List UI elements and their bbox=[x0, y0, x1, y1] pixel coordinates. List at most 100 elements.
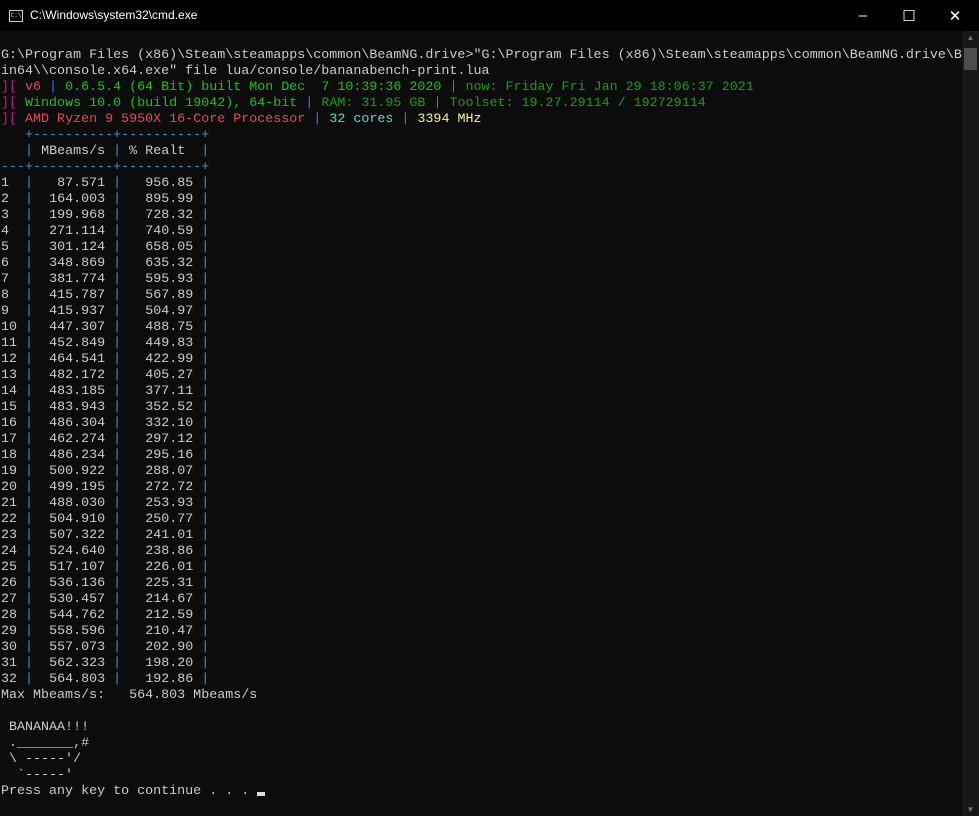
maximize-button[interactable]: ☐ bbox=[886, 0, 932, 31]
close-button[interactable]: ✕ bbox=[932, 0, 978, 31]
pipe: | bbox=[113, 368, 122, 383]
pipe: | bbox=[113, 640, 122, 655]
pipe: | bbox=[25, 448, 34, 463]
info-segment: 32 cores bbox=[329, 112, 394, 127]
table-row: 6 | 348.869 | 635.32 | bbox=[1, 256, 962, 272]
realtime-value: 288.07 bbox=[145, 464, 194, 479]
pipe: | bbox=[25, 208, 34, 223]
pipe: | bbox=[113, 464, 122, 479]
row-number: 18 bbox=[1, 448, 18, 463]
pipe: | bbox=[25, 672, 34, 687]
command-text: G:\Program Files (x86)\Steam\steamapps\c… bbox=[1, 48, 962, 63]
row-number: 6 bbox=[1, 256, 10, 271]
row-number: 32 bbox=[1, 672, 18, 687]
pipe: | bbox=[25, 256, 34, 271]
mbeams-value: 558.596 bbox=[49, 624, 106, 639]
row-number: 23 bbox=[1, 528, 18, 543]
pipe: | bbox=[113, 544, 122, 559]
row-number: 16 bbox=[1, 416, 18, 431]
minimize-button[interactable]: – bbox=[840, 0, 886, 31]
info-segment: Toolset: 19.27.29114 / 192729114 bbox=[449, 96, 706, 111]
table-row: 2 | 164.003 | 895.99 | bbox=[1, 192, 962, 208]
table-row: 30 | 557.073 | 202.90 | bbox=[1, 640, 962, 656]
row-number: 28 bbox=[1, 608, 18, 623]
pipe: | bbox=[113, 320, 122, 335]
pipe: | bbox=[113, 448, 122, 463]
table-row: 24 | 524.640 | 238.86 | bbox=[1, 544, 962, 560]
realtime-value: 198.20 bbox=[145, 656, 194, 671]
pipe: | bbox=[201, 448, 210, 463]
row-number: 7 bbox=[1, 272, 10, 287]
prompt-line: Press any key to continue . . . bbox=[1, 784, 962, 800]
pipe: | bbox=[25, 496, 34, 511]
pipe: | bbox=[25, 304, 34, 319]
realtime-value: 297.12 bbox=[145, 432, 194, 447]
pipe: | bbox=[113, 672, 122, 687]
pipe: | bbox=[201, 464, 210, 479]
pipe: | bbox=[201, 560, 210, 575]
table-row: 27 | 530.457 | 214.67 | bbox=[1, 592, 962, 608]
pipe: | bbox=[25, 464, 34, 479]
scrollbar-thumb[interactable] bbox=[964, 48, 977, 70]
mbeams-value: 464.541 bbox=[49, 352, 106, 367]
info-segment: | bbox=[393, 112, 418, 127]
info-segment: now: Friday Fri Jan 29 18:06:37 2021 bbox=[465, 80, 754, 95]
mbeams-value: 500.922 bbox=[49, 464, 106, 479]
info-segment: v6 bbox=[25, 80, 42, 95]
vertical-scrollbar[interactable]: ▲ ▼ bbox=[962, 31, 979, 816]
console-output-area[interactable]: G:\Program Files (x86)\Steam\steamapps\c… bbox=[0, 31, 962, 816]
banana-ascii-text: ._______,# bbox=[1, 736, 90, 751]
pipe: | bbox=[25, 624, 34, 639]
scroll-down-arrow-icon[interactable]: ▼ bbox=[962, 805, 979, 814]
pipe: | bbox=[201, 352, 210, 367]
pipe: | bbox=[201, 528, 210, 543]
realtime-value: 635.32 bbox=[145, 256, 194, 271]
row-number: 20 bbox=[1, 480, 18, 495]
prompt-text: Press any key to continue . . . bbox=[1, 784, 258, 799]
table-row: 5 | 301.124 | 658.05 | bbox=[1, 240, 962, 256]
info-segment: | bbox=[297, 96, 322, 111]
command-line: G:\Program Files (x86)\Steam\steamapps\c… bbox=[1, 48, 962, 64]
pipe: | bbox=[113, 656, 122, 671]
realtime-value: 295.16 bbox=[145, 448, 194, 463]
pipe: | bbox=[113, 400, 122, 415]
realtime-value: 352.52 bbox=[145, 400, 194, 415]
pipe: | bbox=[201, 176, 210, 191]
row-number: 11 bbox=[1, 336, 18, 351]
pipe: | bbox=[113, 224, 122, 239]
scroll-up-arrow-icon[interactable]: ▲ bbox=[962, 33, 979, 42]
pipe: | bbox=[113, 144, 122, 159]
table-header-row: | MBeams/s | % Realt | bbox=[1, 144, 962, 160]
pipe: | bbox=[25, 480, 34, 495]
mbeams-value: 301.124 bbox=[49, 240, 106, 255]
mbeams-value: 348.869 bbox=[49, 256, 106, 271]
